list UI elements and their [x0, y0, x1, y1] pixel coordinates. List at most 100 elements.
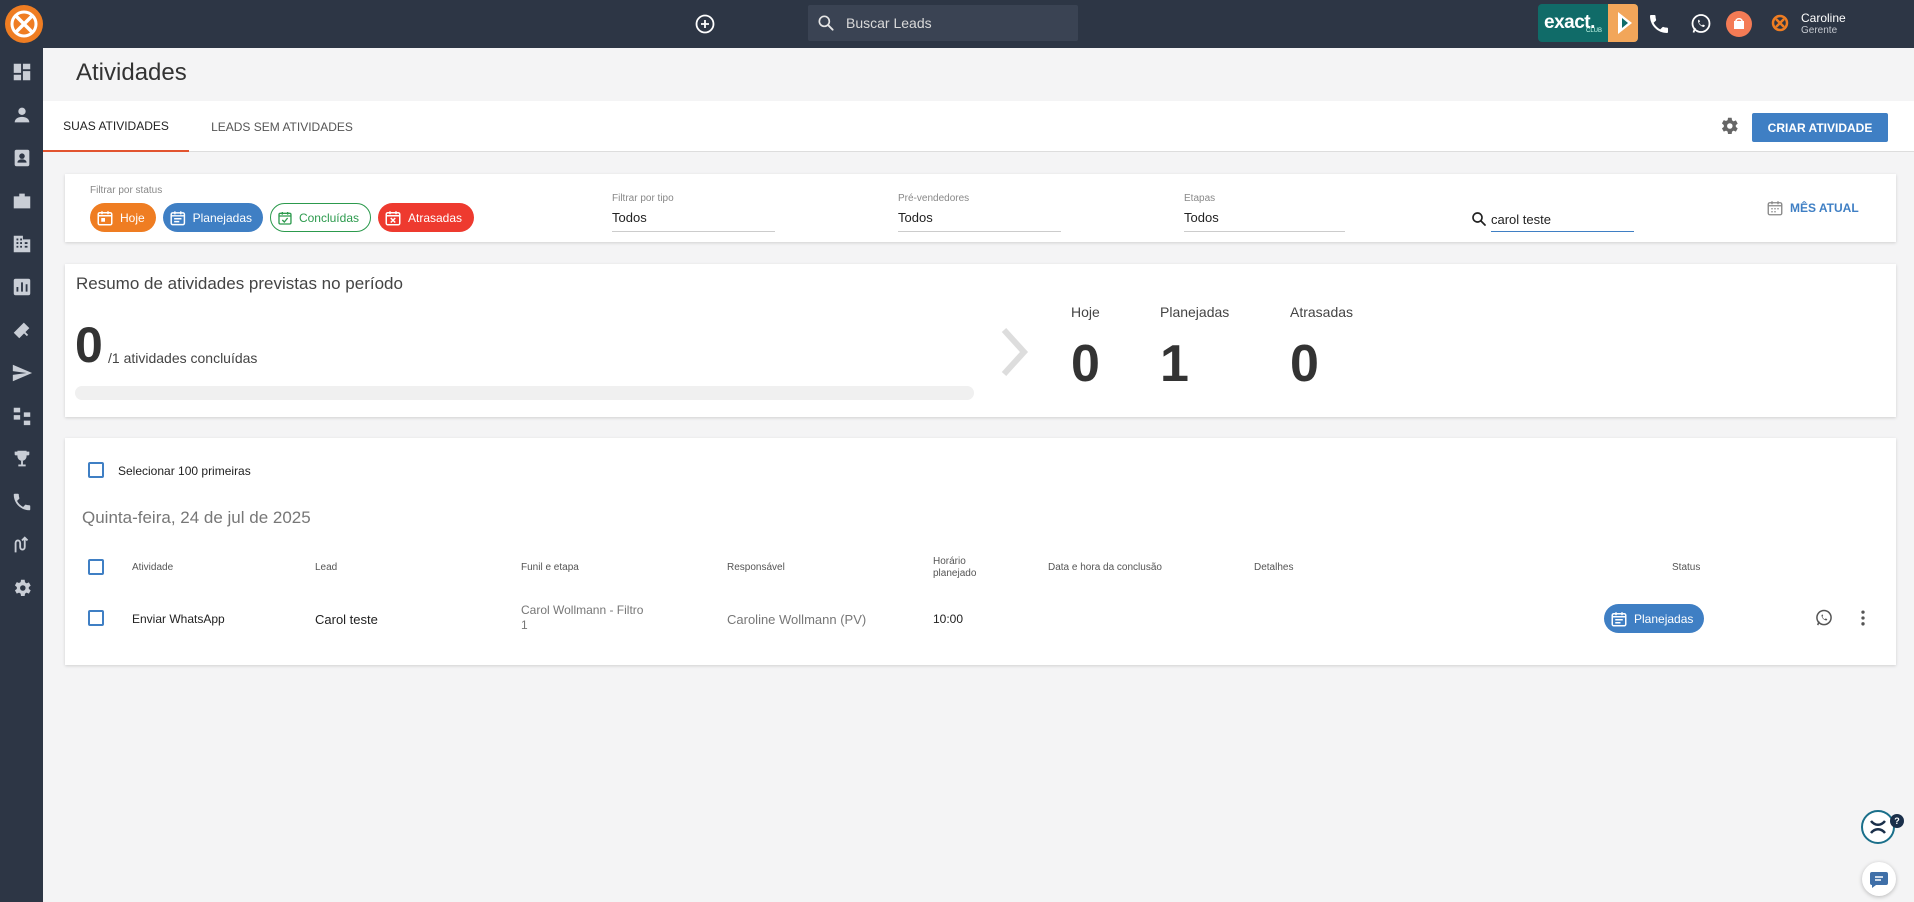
user-avatar-icon[interactable] [1770, 13, 1790, 33]
chip-atrasadas-label: Atrasadas [408, 210, 463, 225]
calendar-list-icon [1611, 611, 1627, 626]
row-status-badge[interactable]: Planejadas [1604, 604, 1704, 633]
col-horario-line1: Horário [933, 556, 966, 567]
calendar-check-icon [278, 211, 292, 225]
progress-bar [75, 386, 974, 400]
col-horario-line2: planejado [933, 568, 977, 579]
summary-title: Resumo de atividades previstas no períod… [76, 274, 403, 293]
activity-search-input[interactable] [1491, 208, 1634, 232]
select-100-checkbox[interactable] [88, 462, 104, 478]
calendar-x-icon [385, 210, 401, 225]
stat-hoje-label: Hoje [1071, 304, 1100, 320]
select-all-checkbox[interactable] [88, 559, 104, 575]
help-widget[interactable] [1861, 810, 1895, 844]
chip-concluidas-label: Concluídas [298, 210, 359, 225]
row-funil-line2: 1 [521, 618, 528, 632]
contact-card-icon[interactable] [11, 147, 33, 169]
user-name[interactable]: Caroline [1801, 11, 1846, 25]
send-icon[interactable] [11, 362, 33, 384]
col-horario[interactable]: Horário planejado [933, 556, 976, 580]
col-conclusao[interactable]: Data e hora da conclusão [1048, 562, 1162, 574]
chip-planejadas-label: Planejadas [192, 210, 252, 225]
row-funil-line1: Carol Wollmann - Filtro [521, 603, 644, 617]
lead-search[interactable] [808, 5, 1078, 41]
help-badge: ? [1890, 814, 1904, 828]
stat-hoje-value: 0 [1071, 335, 1100, 393]
concluded-count: 0 [75, 317, 103, 373]
stat-planejadas-value: 1 [1160, 335, 1189, 393]
date-heading: Quinta-feira, 24 de jul de 2025 [82, 508, 311, 527]
stat-atrasadas-label: Atrasadas [1290, 304, 1354, 320]
notification-icon[interactable] [1726, 11, 1752, 37]
tab-leads-sem-atividades[interactable]: LEADS SEM ATIVIDADES [189, 101, 375, 152]
stat-planejadas-label: Planejadas [1160, 304, 1230, 320]
chip-hoje-label: Hoje [120, 210, 145, 225]
chip-concluidas[interactable]: Concluídas [270, 203, 371, 232]
app-logo[interactable] [5, 5, 43, 43]
calendar-list-icon [170, 210, 186, 225]
prevendedores-filter-label: Pré-vendedores [898, 193, 970, 204]
exact-club-flag [1608, 4, 1638, 42]
help-logo-icon [1870, 820, 1886, 834]
page-title: Atividades [76, 59, 187, 86]
status-filter-label: Filtrar por status [90, 185, 163, 196]
etapas-filter-label: Etapas [1184, 193, 1216, 204]
tab-suas-atividades[interactable]: SUAS ATIVIDADES [43, 101, 189, 152]
chat-icon [1870, 872, 1888, 888]
search-icon [818, 15, 834, 31]
flow-icon[interactable] [11, 405, 33, 427]
route-icon[interactable] [11, 534, 33, 556]
top-bar: exact. CLUB Caroline Gerente [0, 0, 1914, 48]
logo-icon [10, 10, 38, 38]
select-100-label: Selecionar 100 primeiras [118, 464, 251, 478]
stat-atrasadas-value: 0 [1290, 335, 1319, 393]
trophy-icon[interactable] [11, 448, 33, 470]
person-icon[interactable] [11, 104, 33, 126]
etapas-select[interactable]: Todos [1184, 210, 1345, 232]
col-funil[interactable]: Funil e etapa [521, 562, 579, 574]
col-detalhes[interactable]: Detalhes [1254, 562, 1293, 574]
chat-widget[interactable] [1862, 862, 1896, 896]
chip-atrasadas[interactable]: Atrasadas [378, 203, 474, 232]
row-atividade[interactable]: Enviar WhatsApp [132, 612, 225, 626]
chart-icon[interactable] [11, 276, 33, 298]
row-responsavel: Caroline Wollmann (PV) [727, 612, 867, 627]
mes-atual-button[interactable]: MÊS ATUAL [1766, 199, 1859, 217]
chip-planejadas[interactable]: Planejadas [163, 203, 263, 232]
row-checkbox[interactable] [88, 610, 104, 626]
lead-search-input[interactable] [846, 15, 1066, 31]
user-role: Gerente [1801, 25, 1838, 36]
briefcase-icon[interactable] [11, 190, 33, 212]
phone-icon[interactable] [1647, 12, 1671, 36]
gear-icon[interactable] [11, 577, 33, 599]
chevron-right-icon [998, 326, 1030, 378]
exact-club-badge[interactable]: exact. CLUB [1538, 4, 1638, 42]
add-icon[interactable] [693, 12, 717, 36]
more-vertical-icon[interactable] [1853, 608, 1873, 628]
whatsapp-icon[interactable] [1689, 12, 1713, 36]
prevendedores-select[interactable]: Todos [898, 210, 1061, 232]
col-atividade[interactable]: Atividade [132, 562, 173, 574]
concluded-text: /1 atividades concluídas [108, 350, 258, 366]
tipo-filter-label: Filtrar por tipo [612, 193, 674, 204]
row-status-label: Planejadas [1634, 611, 1694, 626]
row-lead[interactable]: Carol teste [315, 612, 378, 627]
calendar-icon [1767, 201, 1783, 216]
tabs-bar: SUAS ATIVIDADES LEADS SEM ATIVIDADES [43, 101, 1914, 152]
row-funil: Carol Wollmann - Filtro 1 [521, 603, 643, 633]
megaphone-icon[interactable] [11, 319, 33, 341]
exact-club-sub: CLUB [1586, 28, 1603, 34]
col-status[interactable]: Status [1672, 562, 1700, 574]
phone-icon[interactable] [11, 491, 33, 513]
col-responsavel[interactable]: Responsável [727, 562, 785, 574]
dashboard-icon[interactable] [11, 61, 33, 83]
row-horario: 10:00 [933, 612, 964, 626]
building-icon[interactable] [11, 233, 33, 255]
tipo-select[interactable]: Todos [612, 210, 775, 232]
col-lead[interactable]: Lead [315, 562, 337, 574]
chip-hoje[interactable]: Hoje [90, 203, 156, 232]
settings-icon[interactable] [1718, 115, 1740, 137]
create-activity-button[interactable]: CRIAR ATIVIDADE [1752, 113, 1888, 142]
sidebar [0, 48, 43, 902]
whatsapp-icon[interactable] [1814, 608, 1834, 628]
